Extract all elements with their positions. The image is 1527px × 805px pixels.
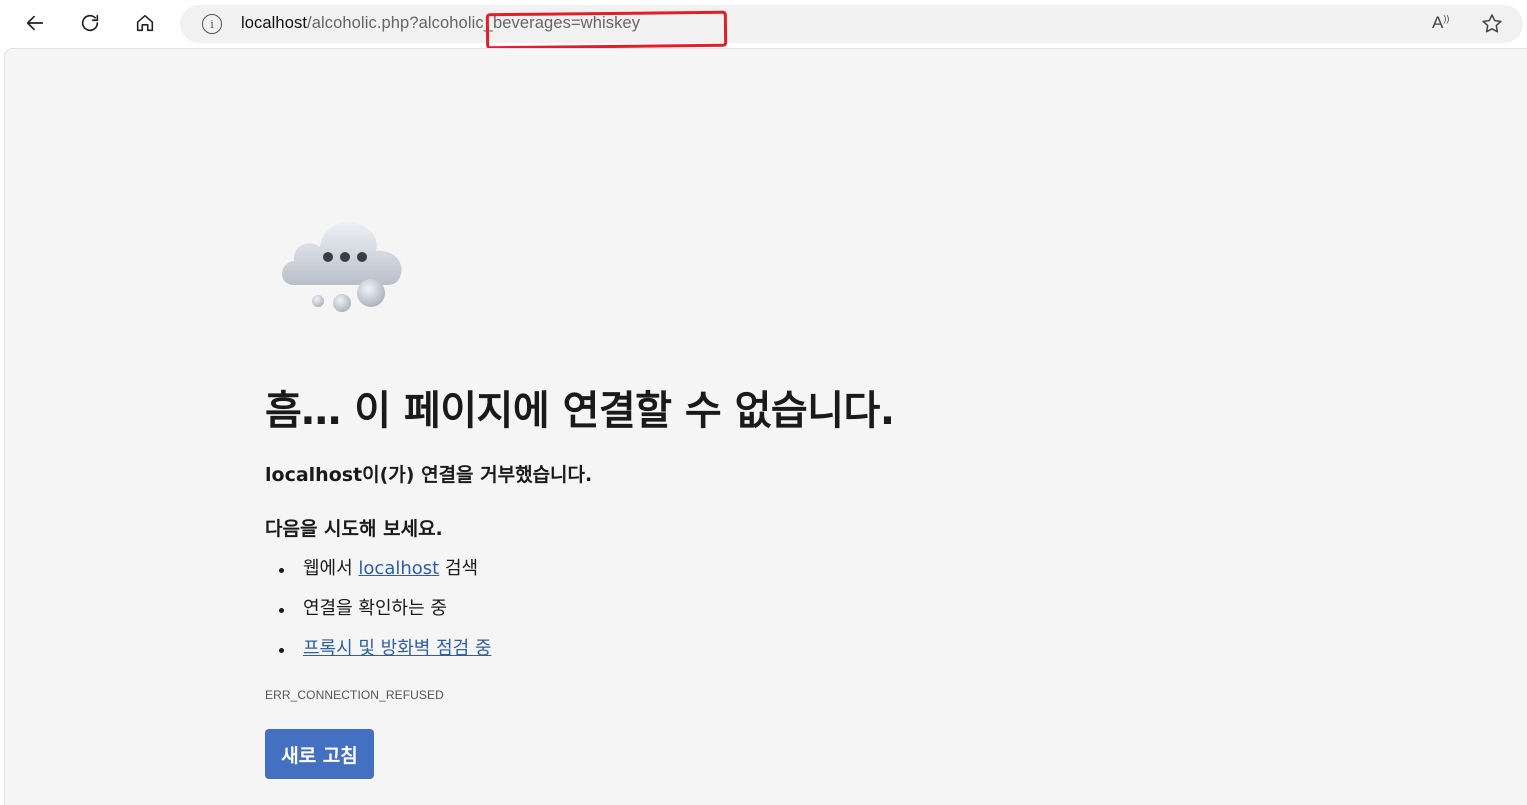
refresh-icon — [81, 14, 99, 32]
url-host: localhost — [241, 14, 308, 32]
url-field[interactable]: localhost/alcoholic.php?alcoholic_bevera… — [241, 10, 728, 50]
suggestion-1-prefix: 웹에서 — [303, 558, 359, 579]
suggestion-check-proxy: 프록시 및 방화벽 점검 중 — [275, 636, 492, 676]
search-localhost-link[interactable]: localhost — [358, 558, 439, 579]
info-icon[interactable]: i — [202, 14, 222, 34]
address-bar[interactable]: i localhost/alcoholic.php?alcoholic_beve… — [180, 5, 1523, 50]
reload-button[interactable]: 새로 고침 — [265, 729, 374, 779]
suggestion-2-text: 연결을 확인하는 중 — [303, 598, 447, 619]
suggestion-check-connection: 연결을 확인하는 중 — [275, 596, 492, 636]
read-aloud-letter: A — [1432, 13, 1444, 32]
home-icon — [136, 14, 154, 32]
suggestion-search-web: 웹에서 localhost 검색 — [275, 556, 492, 596]
favorite-star-icon[interactable] — [1480, 12, 1504, 36]
refresh-button[interactable] — [73, 6, 107, 40]
suggestion-1-suffix: 검색 — [439, 558, 479, 579]
read-aloud-waves: )) — [1443, 13, 1450, 24]
back-button[interactable] — [18, 6, 52, 40]
read-aloud-icon[interactable]: A)) — [1432, 13, 1449, 33]
check-proxy-firewall-link[interactable]: 프록시 및 방화벽 점검 중 — [303, 638, 492, 659]
browser-toolbar: i localhost/alcoholic.php?alcoholic_beve… — [0, 0, 1527, 50]
error-subtitle: localhost이(가) 연결을 거부했습니다. — [265, 464, 593, 486]
error-code: ERR_CONNECTION_REFUSED — [265, 688, 444, 702]
back-arrow-icon — [26, 15, 44, 31]
suggestions-list: 웹에서 localhost 검색 연결을 확인하는 중 프록시 및 방화벽 점검… — [275, 556, 492, 676]
cloud-ellipsis-icon — [282, 221, 402, 312]
home-button[interactable] — [128, 6, 162, 40]
suggestions-heading: 다음을 시도해 보세요. — [265, 518, 443, 540]
error-title: 흠… 이 페이지에 연결할 수 없습니다. — [265, 388, 895, 434]
url-path: /alcoholic.php?alcoholic_beverages=whisk… — [307, 14, 641, 32]
